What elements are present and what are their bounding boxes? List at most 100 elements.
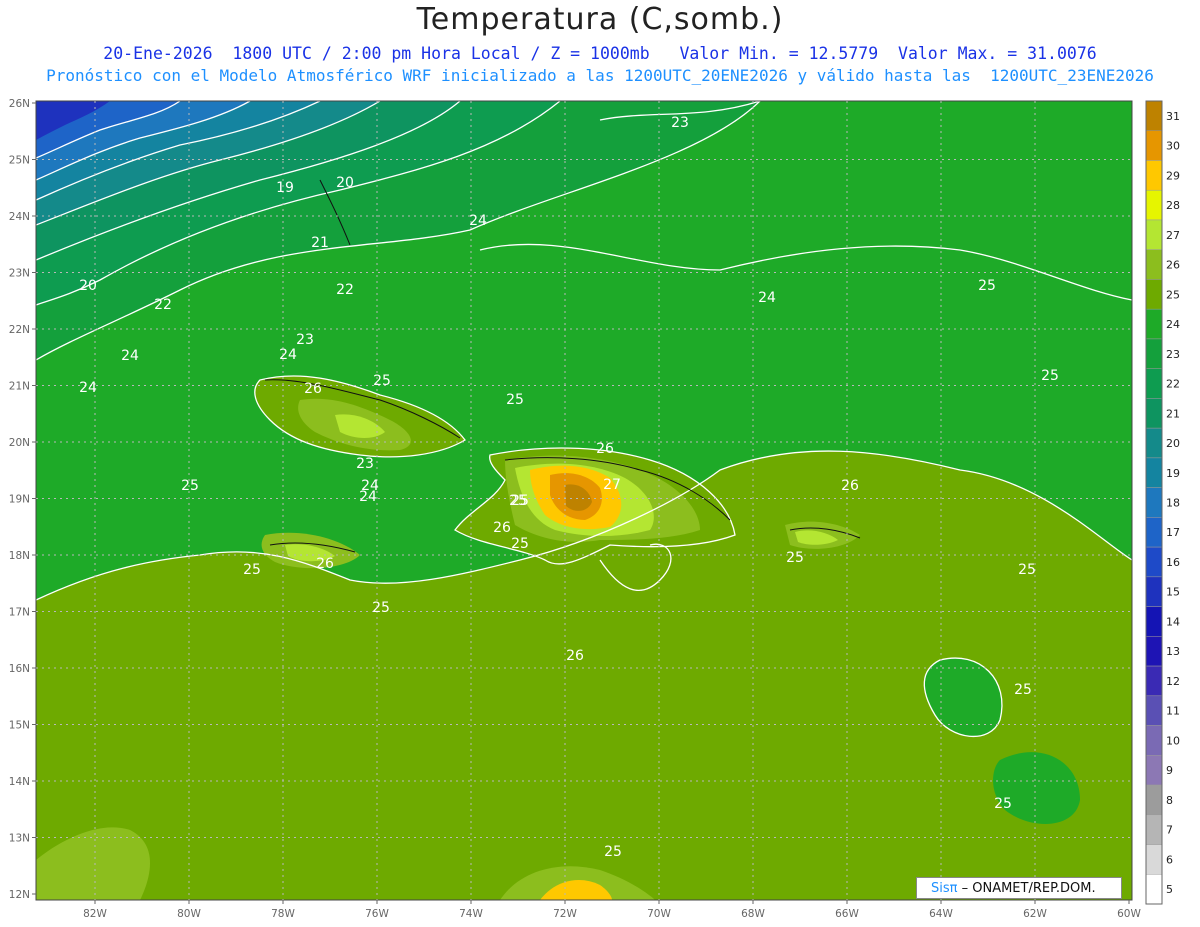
contour-label: 25 xyxy=(604,844,622,860)
contour-label: 23 xyxy=(356,456,374,472)
contour-label: 25 xyxy=(978,278,996,294)
contour-label: 24 xyxy=(121,348,139,364)
contour-label: 24 xyxy=(79,380,97,396)
colorbar-label: 21 xyxy=(1166,407,1180,420)
lat-label: 17N xyxy=(9,607,30,619)
colorbar-label: 13 xyxy=(1166,645,1180,658)
lat-label: 22N xyxy=(9,324,30,336)
contour-label: 19 xyxy=(276,180,294,196)
colorbar-swatch xyxy=(1145,695,1163,726)
colorbar-label: 25 xyxy=(1166,288,1180,301)
contour-label: 27 xyxy=(603,477,621,493)
contour-label: 22 xyxy=(336,282,354,298)
colorbar-swatch xyxy=(1145,457,1163,488)
contour-label: 26 xyxy=(304,381,322,397)
colorbar-label: 23 xyxy=(1166,348,1180,361)
colorbar-label: 18 xyxy=(1166,497,1180,510)
contour-label: 25 xyxy=(1041,368,1059,384)
colorbar-swatch xyxy=(1145,874,1163,905)
longitude-labels: 82W 80W 78W 76W 74W 72W 70W 68W 66W 64W 62W 60W xyxy=(83,908,1141,920)
colorbar-label: 26 xyxy=(1166,259,1180,272)
colorbar-swatch xyxy=(1145,427,1163,459)
credit-brand: Sisπ xyxy=(931,881,958,896)
lat-label: 23N xyxy=(9,268,30,280)
colorbar-label: 16 xyxy=(1166,556,1180,569)
colorbar-label: 6 xyxy=(1166,853,1173,866)
colorbar-swatch xyxy=(1145,665,1163,697)
lon-label: 78W xyxy=(271,908,295,920)
contour-label: 20 xyxy=(336,175,354,191)
colorbar-label: 22 xyxy=(1166,378,1180,391)
lon-label: 66W xyxy=(835,908,859,920)
lat-label: 15N xyxy=(9,720,30,732)
colorbar-swatch xyxy=(1145,219,1163,250)
colorbar-swatch xyxy=(1145,398,1163,429)
colorbar-swatch xyxy=(1145,368,1163,399)
contour-label: 25 xyxy=(786,550,804,566)
lat-label: 12N xyxy=(9,889,30,901)
lat-label: 14N xyxy=(9,776,30,788)
lon-label: 74W xyxy=(459,908,483,920)
contour-label: 26 xyxy=(596,441,614,457)
colorbar-swatch xyxy=(1145,487,1163,518)
colorbar-label: 20 xyxy=(1166,437,1180,450)
colorbar-label: 7 xyxy=(1166,824,1173,837)
colorbar-label: 19 xyxy=(1166,467,1180,480)
contour-label: 25 xyxy=(1014,682,1032,698)
credit-box: Sisπ – ONAMET/REP.DOM. xyxy=(916,877,1122,899)
colorbar-swatch xyxy=(1145,279,1163,310)
colorbar-swatch xyxy=(1145,130,1163,161)
colorbar-label: 17 xyxy=(1166,526,1180,539)
latitude-labels: 26N 25N 24N 23N 22N 21N 20N 19N 18N 17N 16N 15N 14N 1… xyxy=(9,98,30,901)
lat-label: 21N xyxy=(9,381,30,393)
colorbar-swatch xyxy=(1145,844,1163,875)
contour-label: 25 xyxy=(373,373,391,389)
colorbar-label: 30 xyxy=(1166,140,1180,153)
contour-label: 25 xyxy=(181,478,199,494)
lat-label: 13N xyxy=(9,833,30,845)
colorbar-label: 24 xyxy=(1166,318,1180,331)
lon-label: 80W xyxy=(177,908,201,920)
contour-label: 23 xyxy=(671,115,689,131)
colorbar: 31 30 29 28 27 26 25 24 23 22 21 20 19 18 17 16 15 14 13 12… xyxy=(1145,100,1180,905)
lat-label: 24N xyxy=(9,211,30,223)
colorbar-label: 14 xyxy=(1166,615,1180,628)
credit-text: – ONAMET/REP.DOM. xyxy=(957,881,1096,896)
contour-label: 24 xyxy=(279,347,297,363)
colorbar-swatch xyxy=(1145,725,1163,756)
lat-label: 18N xyxy=(9,550,30,562)
contour-label: 24 xyxy=(758,290,776,306)
colorbar-swatch xyxy=(1145,160,1163,191)
contour-label: 26 xyxy=(566,648,584,664)
colorbar-swatch xyxy=(1145,576,1163,607)
lon-label: 76W xyxy=(365,908,389,920)
contour-label: 25 xyxy=(1018,562,1036,578)
contour-label: 23 xyxy=(296,332,314,348)
colorbar-swatch xyxy=(1145,636,1163,667)
colorbar-swatch xyxy=(1145,308,1163,340)
colorbar-label: 28 xyxy=(1166,199,1180,212)
colorbar-label: 12 xyxy=(1166,675,1180,688)
colorbar-label: 29 xyxy=(1166,169,1180,182)
colorbar-swatch xyxy=(1145,814,1163,845)
lat-label: 20N xyxy=(9,437,30,449)
lon-label: 68W xyxy=(741,908,765,920)
colorbar-swatch xyxy=(1145,338,1163,369)
colorbar-label: 27 xyxy=(1166,229,1180,242)
colorbar-label: 5 xyxy=(1166,883,1173,896)
contour-label: 26 xyxy=(316,556,334,572)
lat-label: 25N xyxy=(9,155,30,167)
colorbar-swatch xyxy=(1145,189,1163,221)
temperature-map: 26N 25N 24N 23N 22N 21N 20N 19N 18N 17N 16N 15N 14N 1… xyxy=(9,98,1180,920)
colorbar-swatch xyxy=(1145,249,1163,280)
colorbar-label: 10 xyxy=(1166,734,1180,747)
lon-label: 72W xyxy=(553,908,577,920)
colorbar-label: 15 xyxy=(1166,586,1180,599)
contour-label: 26 xyxy=(493,520,511,536)
colorbar-swatch xyxy=(1145,606,1163,637)
colorbar-swatch xyxy=(1145,784,1163,816)
lon-label: 62W xyxy=(1023,908,1047,920)
contour-label: 22 xyxy=(154,297,172,313)
contour-label: 20 xyxy=(79,278,97,294)
contour-label: 24 xyxy=(359,489,377,505)
